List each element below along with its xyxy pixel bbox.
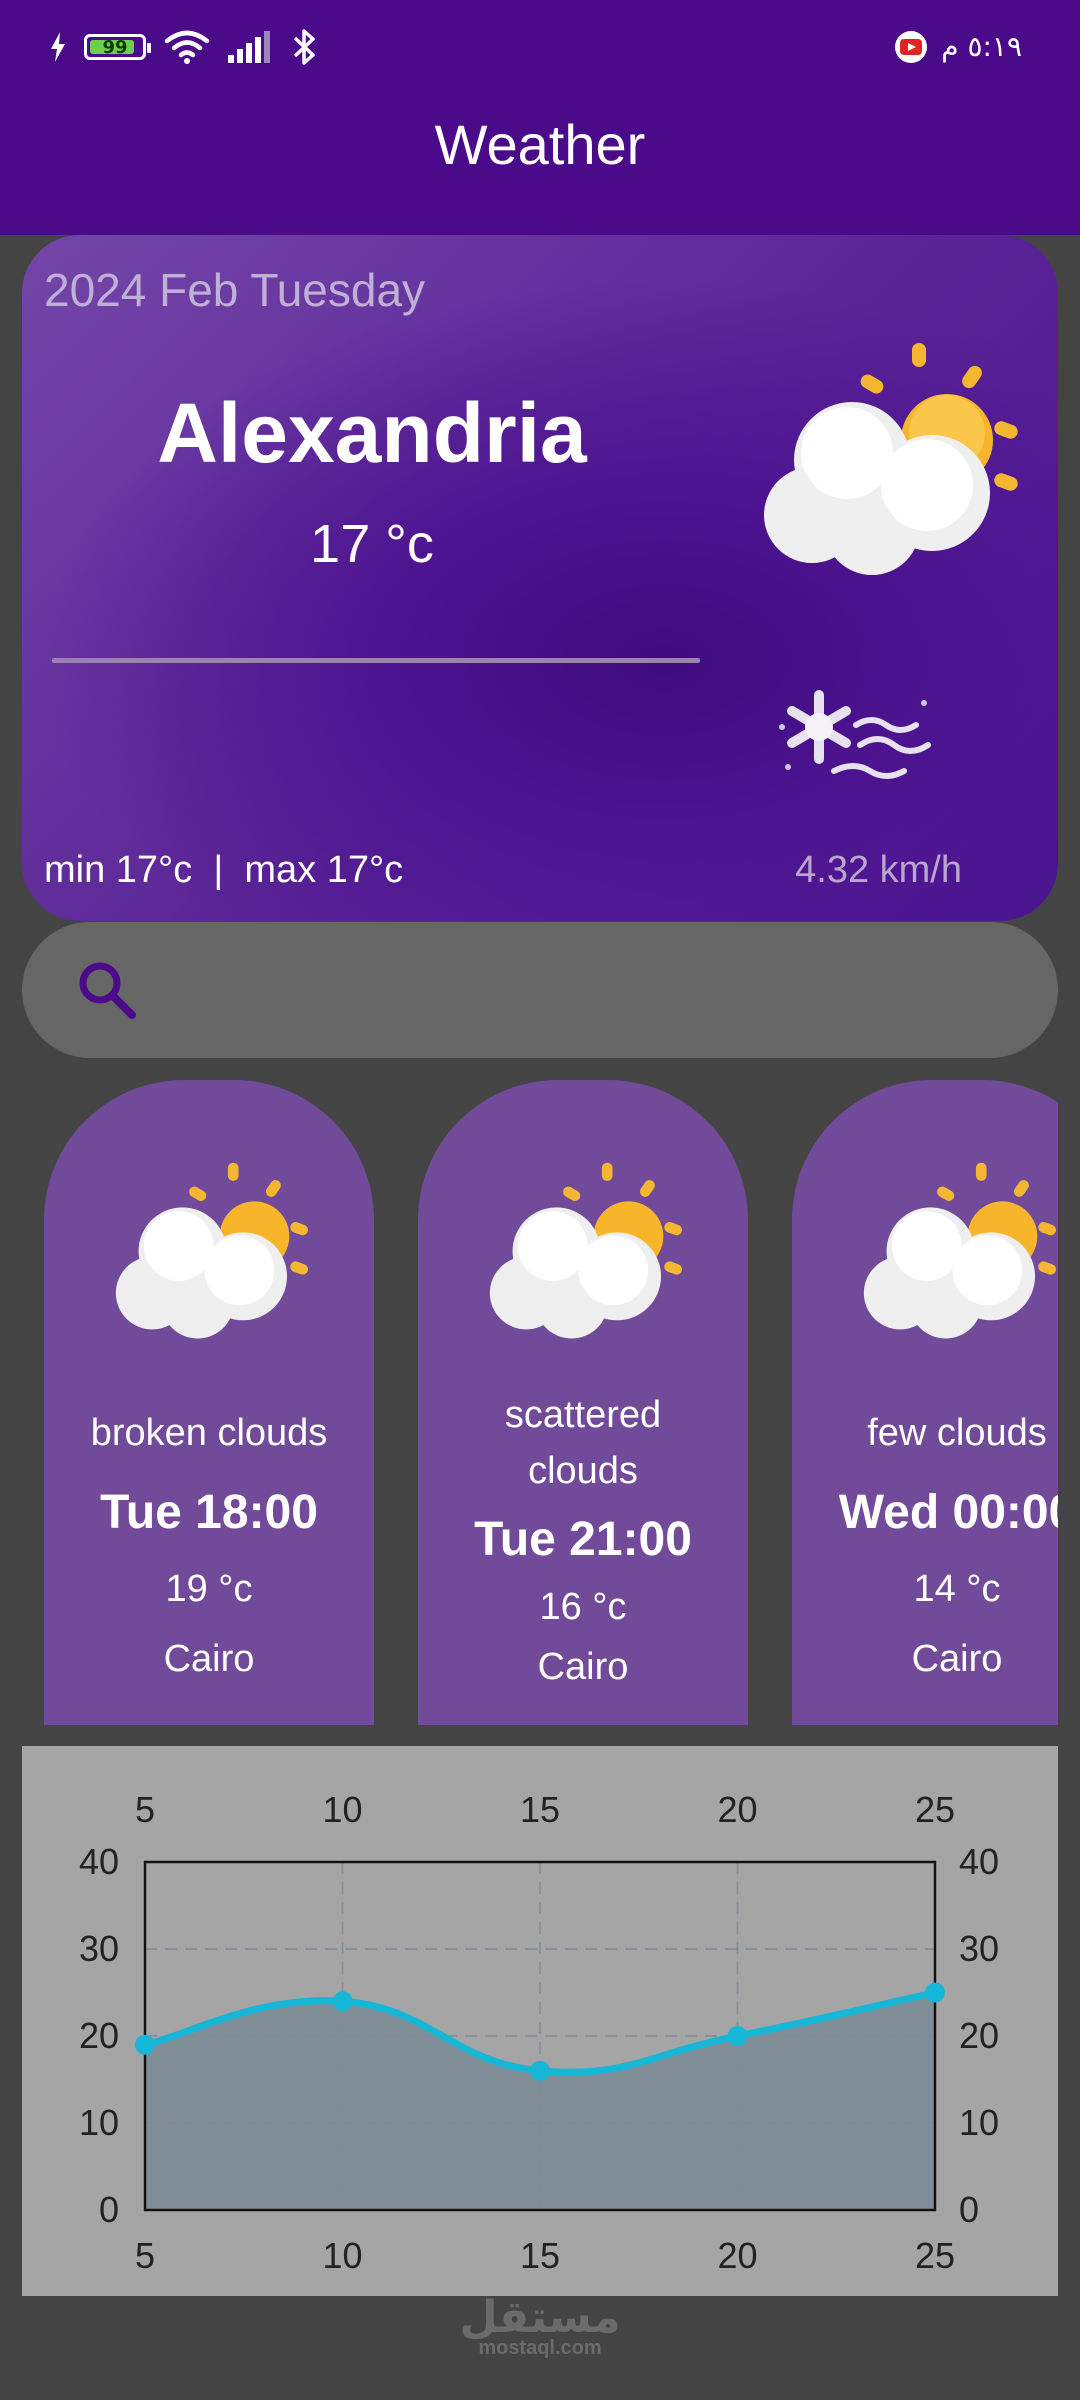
y-tick-label-right: 30 [959,1928,999,1969]
current-date: 2024 Feb Tuesday [44,264,426,316]
status-bar: 99 ٥:١٩ م [0,0,1080,100]
x-tick-label-bottom: 20 [717,2235,757,2276]
partly-cloudy-icon [489,1162,683,1339]
forecast-time: Tue 21:00 [474,1513,692,1566]
chart-svg: 5510101515202025250 010 1020 2030 3040 40 [79,1789,999,2276]
data-point [925,1982,945,2003]
search-icon[interactable] [74,957,140,1023]
battery-icon: 99 [84,34,151,60]
current-city: Alexandria [157,386,587,480]
forecast-card[interactable]: scattered clouds Tue 21:00 16 °c Cairo [418,1080,748,1725]
y-tick-label-left: 0 [99,2189,119,2230]
forecast-description: few clouds [867,1412,1047,1454]
x-tick-label-bottom: 15 [520,2235,560,2276]
forecast-city: Cairo [537,1646,629,1688]
wind-speed: 4.32 km/h [795,849,962,891]
battery-level: 99 [102,36,128,58]
bluetooth-icon [293,29,315,65]
current-min-max: min 17°c | max 17°c [44,849,404,891]
forecast-card[interactable]: few clouds Wed 00:00 14 °c Cairo [792,1080,1058,1725]
x-tick-label-bottom: 10 [322,2235,362,2276]
watermark: مستقل mostaql.com [0,2292,1080,2360]
watermark-logo: مستقل [459,2292,621,2343]
y-tick-label-right: 0 [959,2189,979,2230]
current-temperature: 17 °c [310,514,434,574]
forecast-temperature: 14 °c [913,1568,1001,1610]
y-tick-label-left: 20 [79,2015,119,2056]
forecast-description: scattered clouds [504,1394,662,1492]
page-title: Weather [434,113,646,176]
forecast-city: Cairo [911,1638,1003,1680]
y-tick-label-left: 30 [79,1928,119,1969]
search-bar[interactable] [22,922,1058,1058]
wifi-icon [164,30,210,64]
x-tick-label-bottom: 25 [915,2235,955,2276]
search-input[interactable] [152,952,1016,1030]
status-time: ٥:١٩ م [941,30,1022,63]
y-tick-label-right: 20 [959,2015,999,2056]
forecast-city: Cairo [163,1638,255,1680]
forecast-description: broken clouds [90,1412,328,1454]
data-point [727,2026,748,2046]
partly-cloudy-icon [863,1162,1057,1339]
current-weather-card[interactable]: 2024 Feb Tuesday Alexandria 17 °c min 17… [22,235,1058,921]
data-point [530,2060,550,2081]
x-tick-label-top: 25 [915,1789,955,1830]
status-icons-right: ٥:١٩ م [895,30,1022,63]
app-bar: 99 ٥:١٩ م Weather [0,0,1080,235]
data-point [135,2034,155,2055]
y-tick-label-right: 40 [959,1841,999,1882]
snow-wind-icon [779,690,931,779]
x-tick-label-top: 5 [135,1789,155,1830]
partly-cloudy-icon [764,343,1018,575]
forecast-time: Tue 18:00 [100,1486,318,1539]
watermark-url: mostaql.com [478,2337,602,2359]
x-tick-label-bottom: 5 [135,2235,155,2276]
forecast-list[interactable]: broken clouds Tue 18:00 19 °c Cairo scat… [22,1080,1058,1725]
charging-icon [51,32,65,62]
forecast-temperature: 19 °c [165,1568,253,1610]
x-tick-label-top: 15 [520,1789,560,1830]
forecast-temperature: 16 °c [539,1586,627,1628]
y-tick-label-right: 10 [959,2102,999,2143]
x-tick-label-top: 20 [717,1789,757,1830]
youtube-notification-icon [895,30,928,63]
y-tick-label-left: 40 [79,1841,119,1882]
divider [52,658,700,663]
y-tick-label-left: 10 [79,2102,119,2143]
temperature-chart: 5 5 10 10 15 15 20 20 25 25 0 0 10 10 20 20 30 30 40 40 [22,1746,1058,2296]
forecast-card[interactable]: broken clouds Tue 18:00 19 °c Cairo [44,1080,374,1725]
status-icons-left: 99 [50,28,318,66]
data-point [332,1991,353,2012]
partly-cloudy-icon [115,1162,309,1339]
x-tick-label-top: 10 [322,1789,362,1830]
forecast-time: Wed 00:00 [838,1486,1058,1539]
signal-icon [228,31,270,63]
